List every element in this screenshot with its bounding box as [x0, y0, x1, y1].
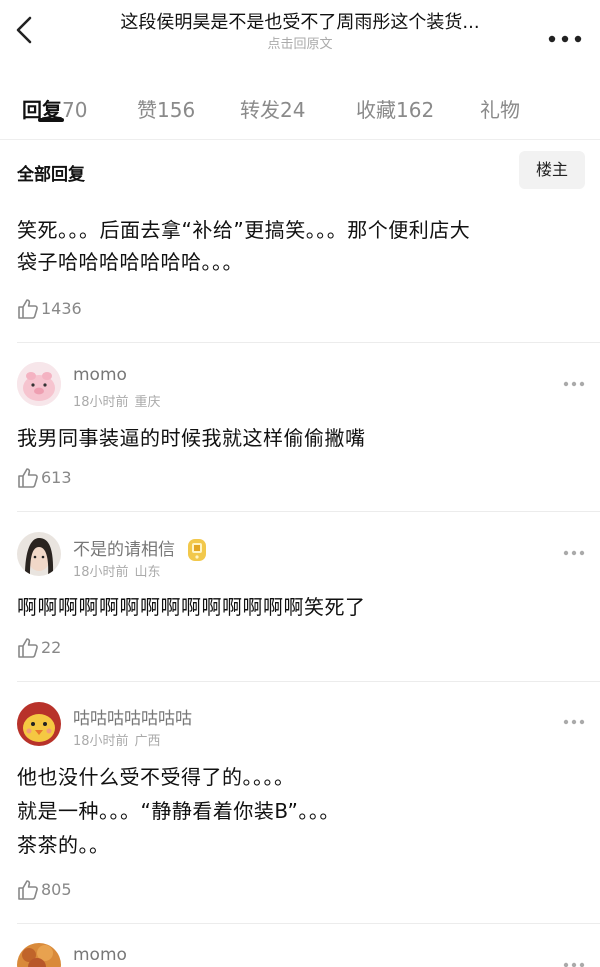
comment-more-button[interactable] — [563, 953, 585, 967]
comment-text: 我男同事装逼的时候我就这样偷偷撇嘴 — [17, 426, 366, 450]
pig-avatar-icon — [17, 362, 61, 406]
username[interactable]: 咕咕咕咕咕咕咕 — [73, 704, 192, 729]
tab-bar: 回复70 赞156 转发24 收藏162 礼物 — [0, 84, 600, 140]
more-options-button[interactable] — [548, 28, 582, 43]
user-photo-icon — [17, 532, 61, 576]
divider — [17, 681, 600, 682]
back-button[interactable] — [10, 12, 40, 48]
comment-more-button[interactable] — [563, 541, 585, 556]
username[interactable]: momo — [73, 365, 127, 385]
divider — [17, 342, 600, 343]
tab-likes[interactable]: 赞156 — [137, 94, 195, 123]
thumbs-up-icon — [18, 880, 38, 900]
thumbs-up-icon — [18, 299, 38, 319]
username-row[interactable]: 不是的请相信 — [73, 535, 208, 562]
more-dots-icon — [563, 550, 585, 556]
title-area[interactable]: 这段侯明昊是不是也受不了周雨彤这个装货... 点击回原文 — [70, 10, 530, 53]
more-dots-icon — [563, 962, 585, 967]
food-avatar-icon — [17, 943, 61, 967]
comment-meta: 18小时前 广西 — [73, 734, 161, 749]
avatar[interactable] — [17, 532, 61, 576]
tab-favorites[interactable]: 收藏162 — [356, 94, 434, 123]
like-count: 805 — [41, 880, 72, 899]
comment-meta: 18小时前 重庆 — [73, 395, 161, 410]
tab-gifts[interactable]: 礼物 — [480, 94, 520, 123]
avatar[interactable] — [17, 943, 61, 967]
divider — [17, 511, 600, 512]
thumbs-up-icon — [18, 638, 38, 658]
more-dots-icon — [548, 35, 582, 43]
comment-more-button[interactable] — [563, 710, 585, 725]
username[interactable]: momo — [73, 945, 127, 965]
chevron-left-icon — [16, 16, 32, 44]
top-reply-text: 笑死。。。后面去拿“补给”更搞笑。。。那个便利店大 袋子哈哈哈哈哈哈哈。。。 — [17, 218, 471, 274]
like-count: 22 — [41, 638, 62, 657]
avatar[interactable] — [17, 702, 61, 746]
tab-reposts[interactable]: 转发24 — [240, 94, 305, 123]
chick-avatar-icon — [17, 702, 61, 746]
page-title: 这段侯明昊是不是也受不了周雨彤这个装货... — [120, 12, 480, 33]
owner-only-button[interactable]: 楼主 — [519, 151, 585, 189]
all-replies-heading: 全部回复 — [17, 165, 85, 185]
more-dots-icon — [563, 381, 585, 387]
comment-more-button[interactable] — [563, 372, 585, 387]
back-to-original-link[interactable]: 点击回原文 — [70, 37, 530, 53]
avatar[interactable] — [17, 362, 61, 406]
comment-text: 他也没什么受不受得了的。。。。 就是一种。。。“静静看着你装B”。。。 茶茶的。… — [17, 765, 340, 857]
thumbs-up-icon — [18, 468, 38, 488]
member-badge-icon — [188, 539, 207, 561]
divider — [17, 923, 600, 924]
more-dots-icon — [563, 719, 585, 725]
comment-meta: 18小时前 山东 — [73, 565, 161, 580]
like-count: 1436 — [41, 299, 82, 318]
active-tab-indicator — [38, 118, 64, 122]
like-count: 613 — [41, 468, 72, 487]
comment-text: 啊啊啊啊啊啊啊啊啊啊啊啊啊啊笑死了 — [17, 595, 366, 619]
top-bar: 这段侯明昊是不是也受不了周雨彤这个装货... 点击回原文 — [0, 0, 600, 62]
